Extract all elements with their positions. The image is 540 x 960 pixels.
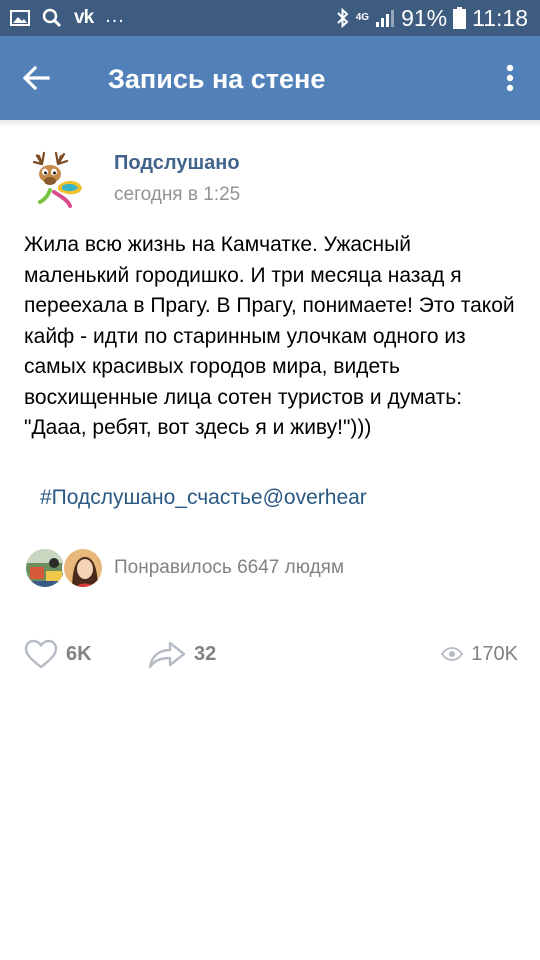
vk-icon: vk <box>74 7 94 28</box>
battery-percent: 91% <box>401 4 448 31</box>
bluetooth-icon <box>336 8 350 28</box>
like-button[interactable]: 6K <box>24 634 92 674</box>
moose-logo-icon <box>24 148 88 212</box>
status-bar: vk ... 4G 91% 11:18 <box>0 0 540 36</box>
arrow-back-icon <box>22 64 50 92</box>
gallery-icon <box>10 10 30 26</box>
liker-avatar <box>24 547 66 589</box>
likes-count: 6K <box>66 642 92 665</box>
share-button[interactable]: 32 <box>148 634 216 674</box>
battery-icon <box>453 7 467 29</box>
views-counter: 170K <box>441 634 518 674</box>
app-toolbar: Запись на стене <box>0 36 540 120</box>
views-count: 170K <box>471 642 518 665</box>
status-system: 4G 91% 11:18 <box>336 0 528 36</box>
likes-summary: Понравилось 6647 людям <box>114 557 345 578</box>
heart-icon <box>24 639 58 669</box>
eye-icon <box>441 647 464 661</box>
more-options-button[interactable] <box>492 54 528 102</box>
share-arrow-icon <box>148 639 186 669</box>
more-notifications-icon: ... <box>105 4 125 27</box>
post-hashtag-link[interactable]: #Подслушано_счастье@overhear <box>40 486 367 510</box>
post-actions: 6K 32 170K <box>24 634 518 674</box>
more-vertical-icon <box>506 64 514 92</box>
network-type: 4G <box>355 12 370 23</box>
post-header: Подслушано сегодня в 1:25 <box>24 148 524 212</box>
search-icon <box>42 8 62 28</box>
post-text: Жила всю жизнь на Камчатке. Ужасный мале… <box>24 233 515 439</box>
page-title: Запись на стене <box>108 64 326 94</box>
status-notifications: vk ... <box>10 4 125 30</box>
post-time: сегодня в 1:25 <box>114 184 241 205</box>
likers-row[interactable]: Понравилось 6647 людям <box>24 547 524 591</box>
liker-avatar <box>62 547 104 589</box>
toolbar-shadow <box>0 120 540 128</box>
shares-count: 32 <box>194 642 217 665</box>
post-author[interactable]: Подслушано <box>114 152 240 175</box>
community-avatar[interactable] <box>24 148 88 212</box>
signal-icon <box>375 9 395 27</box>
status-time: 11:18 <box>472 4 528 31</box>
back-button[interactable] <box>12 54 60 102</box>
